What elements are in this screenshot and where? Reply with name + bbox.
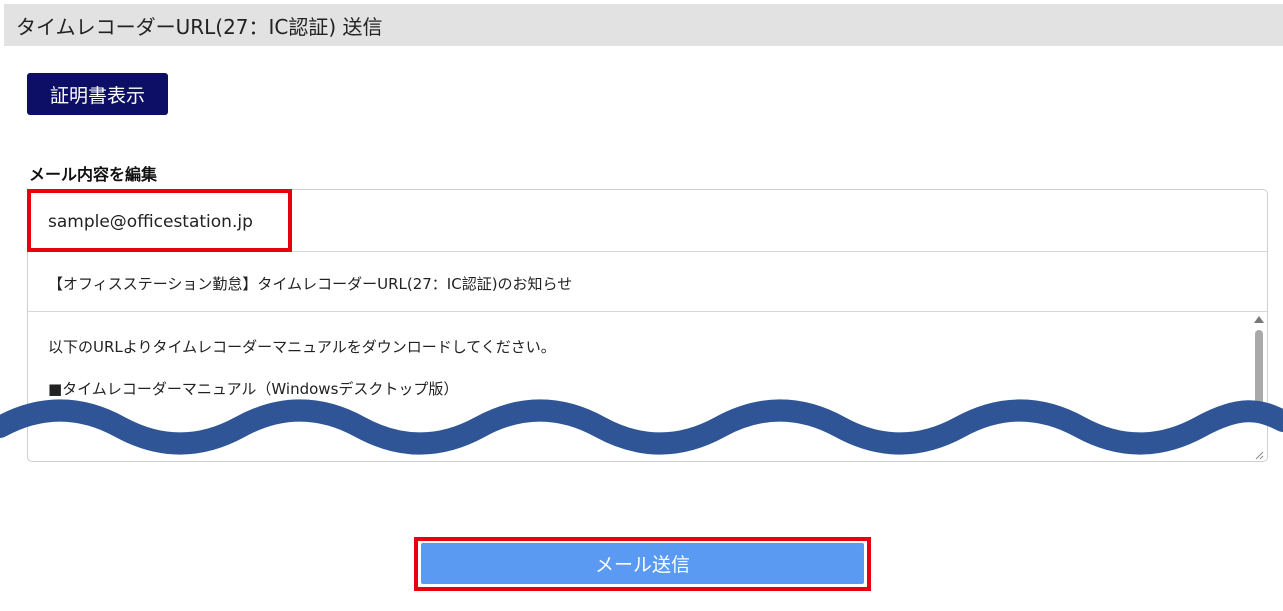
body-scrollbar[interactable] [1253,316,1265,456]
show-certificate-button-label: 証明書表示 [49,84,145,107]
subject-value: 【オフィスステーション勤怠】タイムレコーダーURL(27：IC認証)のお知らせ [48,275,573,293]
send-mail-button-label: メール送信 [594,554,690,576]
show-certificate-button[interactable]: 証明書表示 [27,73,168,115]
send-mail-button[interactable]: メール送信 [421,543,864,584]
recipient-value: sample@officestation.jp [48,212,253,232]
page: タイムレコーダーURL(27：IC認証) 送信 証明書表示 メール内容を編集 s… [0,0,1283,611]
page-title: タイムレコーダーURL(27：IC認証) 送信 [16,14,383,39]
body-line: 以下のURLよりタイムレコーダーマニュアルをダウンロードしてください。 [48,338,556,356]
scroll-thumb[interactable] [1255,330,1263,420]
body-textarea[interactable]: 以下のURLよりタイムレコーダーマニュアルをダウンロードしてください。 ■タイム… [28,312,1267,461]
subject-field[interactable]: 【オフィスステーション勤怠】タイムレコーダーURL(27：IC認証)のお知らせ [28,252,1267,312]
body-line: ■タイムレコーダーマニュアル（Windowsデスクトップ版） [48,380,459,398]
recipient-field[interactable]: sample@officestation.jp [28,190,1267,252]
page-title-bar: タイムレコーダーURL(27：IC認証) 送信 [4,4,1283,46]
mail-edit-form: sample@officestation.jp 【オフィスステーション勤怠】タイ… [27,189,1268,462]
scroll-up-arrow-icon[interactable] [1254,316,1264,323]
mail-edit-section-label: メール内容を編集 [29,165,158,184]
resize-handle-icon[interactable] [1254,450,1264,460]
